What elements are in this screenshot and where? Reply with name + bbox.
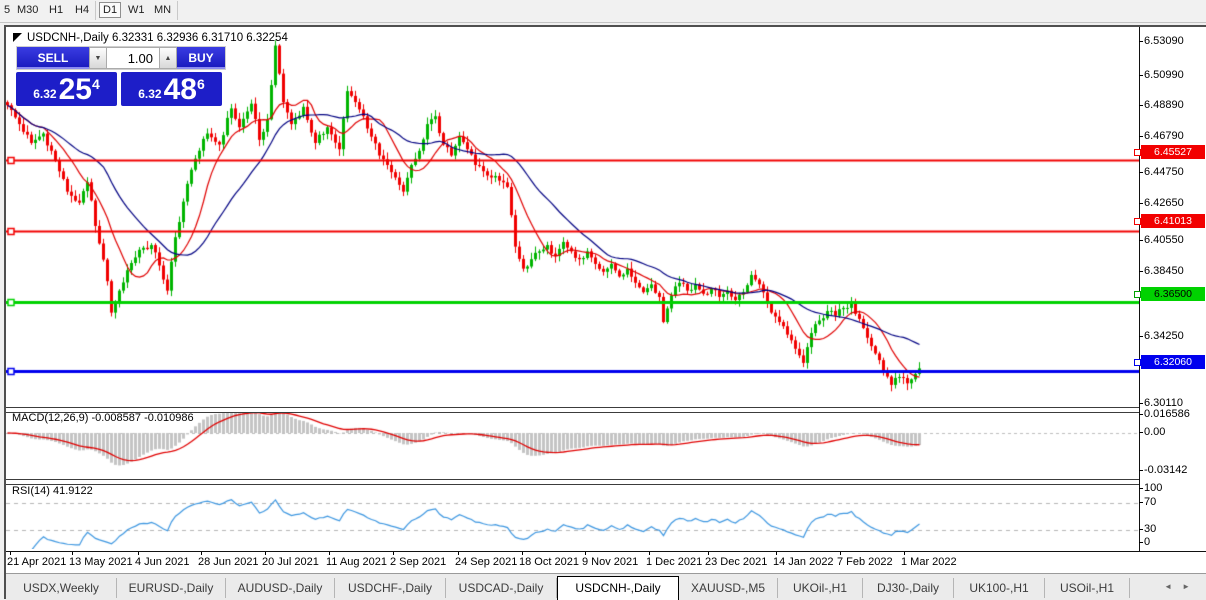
tab-audusd-daily[interactable]: AUDUSD-,Daily (226, 578, 335, 598)
volume-down-button[interactable]: ▼ (89, 47, 107, 69)
date-tick: 21 Apr 2021 (7, 552, 67, 568)
date-tick: 2 Sep 2021 (390, 552, 447, 568)
rsi-axis-tick: 0 (1138, 536, 1151, 548)
price-tick: 6.34250 (1139, 330, 1184, 342)
price-axis[interactable]: 6.53090 6.50990 6.48890 6.46790 6.44750 … (1134, 27, 1206, 551)
hline-anchor-icon (1134, 149, 1141, 156)
tab-usdcad-daily[interactable]: USDCAD-,Daily (446, 578, 557, 598)
date-tick: 14 Jan 2022 (773, 552, 834, 568)
chart-corner-arrow-icon (13, 33, 22, 42)
tf-button-m30[interactable]: M30 (14, 3, 41, 17)
date-tick: 18 Oct 2021 (519, 552, 579, 568)
price-tick: 6.44750 (1139, 166, 1184, 178)
chart-tab-bar: USDX,Weekly EURUSD-,Daily AUDUSD-,Daily … (6, 573, 1206, 600)
tab-scroll-right-icon[interactable]: ► (1182, 582, 1200, 591)
sell-button[interactable]: SELL (17, 47, 89, 69)
tab-usdchf-daily[interactable]: USDCHF-,Daily (335, 578, 446, 598)
trade-panel-controls: SELL ▼ 1.00 ▲ BUY (16, 46, 226, 70)
hline-anchor-icon (1134, 218, 1141, 225)
tab-ukoil-h1[interactable]: UKOil-,H1 (778, 578, 863, 598)
rsi-axis-tick: 70 (1138, 496, 1157, 508)
tab-usdx-weekly[interactable]: USDX,Weekly (6, 578, 117, 598)
hline-price-tag: 6.36500 (1134, 287, 1205, 301)
date-tick: 24 Sep 2021 (455, 552, 518, 568)
tab-scroll-arrows[interactable]: ◄► (1164, 582, 1200, 591)
price-tick: 6.40550 (1139, 234, 1184, 246)
buy-button[interactable]: BUY (177, 47, 225, 69)
tab-xauusd-m5[interactable]: XAUUSD-,M5 (679, 578, 778, 598)
buy-price-point: 6 (196, 76, 205, 92)
main-plot-area[interactable]: USDCNH-,Daily 6.32331 6.32936 6.31710 6.… (6, 27, 1206, 551)
chart-symbol-period: USDCNH-,Daily (27, 32, 109, 44)
toolbar-separator (177, 1, 178, 20)
toolbar-separator (95, 1, 96, 20)
date-tick: 7 Feb 2022 (837, 552, 893, 568)
hline-price-text: 6.32060 (1154, 356, 1192, 368)
tf-button-w1[interactable]: W1 (125, 3, 148, 17)
chart-ohlc-quote: 6.32331 6.32936 6.31710 6.32254 (111, 32, 288, 44)
date-tick: 28 Jun 2021 (198, 552, 259, 568)
tab-usoil-h1[interactable]: USOil-,H1 (1045, 578, 1130, 598)
tab-usdcnh-daily[interactable]: USDCNH-,Daily (557, 576, 679, 600)
price-tick: 6.48890 (1139, 99, 1184, 111)
rsi-axis-tick: 30 (1138, 523, 1157, 535)
price-tick: 6.42650 (1139, 197, 1184, 209)
tf-button-h4[interactable]: H4 (72, 3, 92, 17)
sell-price-handle: 6.32 (33, 87, 57, 101)
macd-axis-tick: 0.016586 (1139, 408, 1190, 420)
tab-scroll-left-icon[interactable]: ◄ (1164, 582, 1182, 591)
buy-price-box[interactable]: 6.32 48 6 (121, 72, 222, 106)
macd-axis-tick: -0.03142 (1138, 464, 1188, 476)
buy-price-handle: 6.32 (138, 87, 162, 101)
hline-price-text: 6.45527 (1154, 146, 1192, 158)
chart-title: USDCNH-,Daily 6.32331 6.32936 6.31710 6.… (27, 32, 288, 44)
hline-price-tag: 6.41013 (1134, 214, 1205, 228)
date-tick: 20 Jul 2021 (262, 552, 319, 568)
timeframe-toolbar: 5 M30 H1 H4 D1 W1 MN (0, 0, 1206, 23)
date-tick: 13 May 2021 (69, 552, 133, 568)
sell-price-pips: 25 (58, 73, 92, 106)
tab-dj30-daily[interactable]: DJ30-,Daily (863, 578, 954, 598)
hline-price-text: 6.36500 (1154, 288, 1192, 300)
date-axis[interactable]: 21 Apr 2021 13 May 2021 4 Jun 2021 28 Ju… (6, 551, 1206, 573)
tf-button-mn[interactable]: MN (151, 3, 174, 17)
hline-price-tag: 6.32060 (1134, 355, 1205, 369)
date-tick: 1 Dec 2021 (646, 552, 703, 568)
price-tick: 6.50990 (1139, 69, 1184, 81)
tf-button-d1[interactable]: D1 (99, 2, 122, 18)
tab-uk100-h1[interactable]: UK100-,H1 (954, 578, 1045, 598)
hline-price-text: 6.41013 (1154, 215, 1192, 227)
macd-axis-tick: 0.00 (1138, 426, 1166, 438)
hline-price-tag: 6.45527 (1134, 145, 1205, 159)
date-tick: 9 Nov 2021 (582, 552, 639, 568)
buy-price-pips: 48 (163, 73, 197, 106)
price-tick: 6.46790 (1139, 130, 1184, 142)
date-tick: 23 Dec 2021 (705, 552, 768, 568)
price-tick: 6.38450 (1139, 265, 1184, 277)
one-click-trade-panel: SELL ▼ 1.00 ▲ BUY 6.32 25 4 6.32 48 6 (16, 46, 226, 106)
hline-anchor-icon (1134, 359, 1141, 366)
tf-button-h1[interactable]: H1 (46, 3, 66, 17)
chart-window: USDCNH-,Daily 6.32331 6.32936 6.31710 6.… (4, 25, 1206, 600)
macd-label: MACD(12,26,9) -0.008587 -0.010986 (12, 412, 194, 424)
date-tick: 11 Aug 2021 (326, 552, 387, 568)
hline-anchor-icon (1134, 291, 1141, 298)
rsi-indicator-canvas[interactable] (6, 484, 1139, 549)
volume-up-button[interactable]: ▲ (159, 47, 177, 69)
panel-splitter[interactable] (6, 407, 1206, 413)
price-tick: 6.53090 (1139, 35, 1184, 47)
sell-price-point: 4 (91, 76, 100, 92)
trade-panel-prices: 6.32 25 4 6.32 48 6 (16, 72, 226, 106)
tf-button-m5[interactable]: 5 (1, 3, 13, 17)
date-tick: 4 Jun 2021 (135, 552, 190, 568)
tab-eurusd-daily[interactable]: EURUSD-,Daily (117, 578, 226, 598)
sell-price-box[interactable]: 6.32 25 4 (16, 72, 117, 106)
rsi-label: RSI(14) 41.9122 (12, 485, 93, 497)
panel-splitter[interactable] (6, 479, 1206, 485)
date-tick: 1 Mar 2022 (901, 552, 957, 568)
volume-input[interactable]: 1.00 (107, 47, 159, 69)
rsi-axis-tick: 100 (1138, 482, 1163, 494)
